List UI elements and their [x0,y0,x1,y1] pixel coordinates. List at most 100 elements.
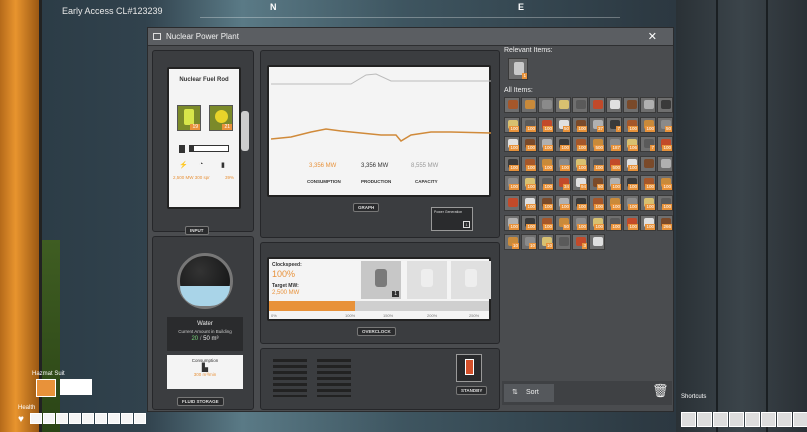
inventory-slot[interactable]: 100 [657,136,673,153]
inventory-slot[interactable]: 100 [555,136,571,153]
inventory-slot[interactable]: 266 [657,214,673,231]
inventory-slot[interactable] [589,234,605,251]
inventory-slot[interactable] [657,155,673,172]
inventory-slot[interactable]: 50 [555,214,571,231]
inventory-slot[interactable]: 3 [572,234,588,251]
inventory-slot[interactable]: 100 [623,155,639,172]
inventory-slot[interactable]: 100 [572,116,588,133]
inventory-slot[interactable]: 100 [521,136,537,153]
inventory-slot[interactable]: 100 [623,175,639,192]
inventory-slot[interactable]: 100 [504,136,520,153]
relevant-item-slot[interactable]: 1 [508,58,528,80]
inventory-slot[interactable]: 10 [521,234,537,251]
inventory-slot[interactable]: 100 [555,155,571,172]
inventory-slot[interactable]: 37 [589,116,605,133]
item-count: 100 [526,164,536,171]
shortcut-slot[interactable] [793,412,807,427]
inventory-slot[interactable]: 94 [572,175,588,192]
inventory-slot[interactable]: 100 [572,155,588,172]
inventory-slot[interactable] [589,97,605,113]
close-button[interactable]: ✕ [648,30,657,43]
inventory-slot[interactable]: 100 [606,214,622,231]
inventory-slot[interactable]: 100 [538,195,554,211]
inventory-slot[interactable]: 100 [640,175,656,192]
inventory-slot[interactable]: 100 [521,155,537,172]
inventory-slot[interactable]: 100 [555,195,571,211]
shard-slot-2[interactable] [407,261,447,299]
inventory-slot[interactable]: 100 [623,195,639,211]
inventory-slot[interactable]: 100 [504,214,520,231]
inventory-slot[interactable]: 100 [623,214,639,231]
sort-button[interactable]: ⇅ Sort [504,384,554,402]
inventory-slot[interactable]: 100 [606,195,622,211]
shortcut-slot[interactable] [745,412,760,427]
inventory-slot[interactable]: 100 [606,175,622,192]
target-mw-value[interactable]: 2,500 MW [272,290,299,296]
shard-slot-1[interactable]: 1 [361,261,401,299]
inventory-slot[interactable] [640,97,656,113]
inventory-slot[interactable] [555,97,571,113]
inventory-slot[interactable]: 100 [640,116,656,133]
clockspeed-track[interactable] [355,301,489,311]
inventory-slot[interactable]: 100 [521,175,537,192]
inventory-slot[interactable]: 7 [606,116,622,133]
inventory-slot[interactable]: 100 [572,136,588,153]
inventory-slot[interactable]: 100 [589,195,605,211]
inventory-slot[interactable]: 50 [555,116,571,133]
inventory-slot[interactable] [504,195,520,211]
inventory-slot[interactable] [555,234,571,251]
inventory-slot[interactable] [538,97,554,113]
fuel-slot-a[interactable]: 19 [177,105,201,131]
inventory-slot[interactable]: 100 [589,155,605,172]
inventory-slot[interactable]: 100 [657,175,673,192]
inventory-slot[interactable]: 500 [589,136,605,153]
inventory-slot[interactable] [606,97,622,113]
shortcut-slot[interactable] [729,412,744,427]
inventory-slot[interactable]: 100 [538,155,554,172]
inventory-slot[interactable] [572,97,588,113]
standby-button[interactable] [456,354,482,382]
inventory-slot[interactable]: 100 [640,195,656,211]
inventory-slot[interactable] [504,97,520,113]
inventory-slot[interactable] [623,97,639,113]
inventory-slot[interactable]: 7 [640,136,656,153]
inventory-slot[interactable]: 50 [589,175,605,192]
shortcut-slot[interactable] [681,412,696,427]
inventory-slot[interactable]: 100 [640,214,656,231]
inventory-slot[interactable]: 100 [572,214,588,231]
shortcut-slot[interactable] [761,412,776,427]
inventory-slot[interactable]: 100 [504,175,520,192]
inventory-slot[interactable]: 100 [623,116,639,133]
shortcut-slot[interactable] [697,412,712,427]
trash-icon[interactable]: 🗑 [652,383,669,401]
inventory-slot[interactable]: 100 [538,214,554,231]
inventory-slot[interactable]: 500 [606,155,622,172]
standby-label: STANDBY [456,386,488,395]
inventory-slot[interactable] [521,97,537,113]
shortcut-slot[interactable] [713,412,728,427]
inventory-slot[interactable]: 50 [657,116,673,133]
inventory-slot[interactable]: 34 [555,175,571,192]
inventory-slot[interactable]: 100 [538,116,554,133]
inventory-slot[interactable]: 100 [572,195,588,211]
inventory-slot[interactable]: 100 [538,136,554,153]
inventory-slot[interactable]: 100 [521,116,537,133]
inventory-slot[interactable] [657,97,673,113]
inventory-slot[interactable]: 100 [657,195,673,211]
inventory-slot[interactable]: 10 [538,234,554,251]
shard-slot-3[interactable] [451,261,491,299]
clockspeed-value[interactable]: 100% [272,269,295,279]
fuel-slot-b[interactable]: 21 [209,105,233,131]
shortcut-slot[interactable] [777,412,792,427]
inventory-slot[interactable]: 10 [504,234,520,251]
inventory-slot[interactable]: 100 [504,155,520,172]
item-count: 10 [528,243,536,250]
inventory-slot[interactable]: 100 [589,214,605,231]
inventory-slot[interactable]: 100 [521,214,537,231]
inventory-slot[interactable]: 100 [521,195,537,211]
inventory-slot[interactable]: 100 [538,175,554,192]
inventory-slot[interactable]: 187 [606,136,622,153]
inventory-slot[interactable]: 100 [504,116,520,133]
inventory-slot[interactable] [640,155,656,172]
inventory-slot[interactable]: 106 [623,136,639,153]
